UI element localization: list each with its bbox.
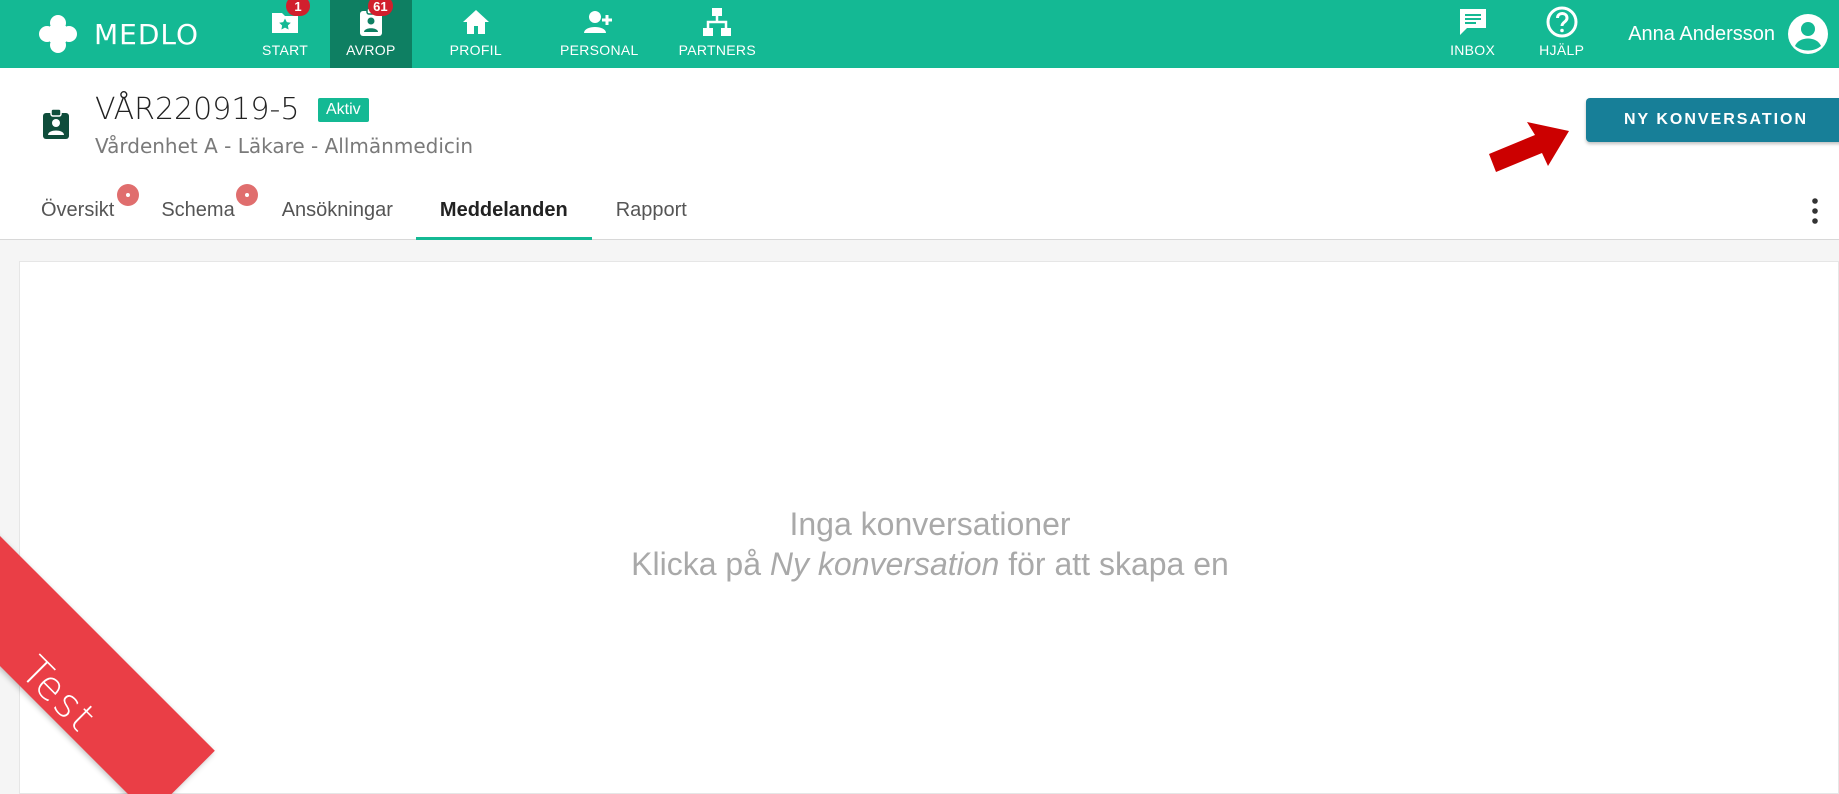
nav-item-avrop[interactable]: 61 AVROP xyxy=(330,0,412,68)
nav-label-help: HJÄLP xyxy=(1539,42,1585,58)
empty-hint-prefix: Klicka på xyxy=(631,546,762,582)
empty-hint-emphasis: Ny konversation xyxy=(769,546,1000,582)
tab-rapport[interactable]: Rapport xyxy=(592,180,711,240)
nav-label-inbox: INBOX xyxy=(1450,42,1496,58)
nav-item-personal[interactable]: PERSONAL xyxy=(540,0,659,68)
page-subtitle: Vårdenhet A - Läkare - Allmänmedicin xyxy=(95,134,474,158)
nav-label-avrop: AVROP xyxy=(346,42,396,58)
tab-bar: Översikt Schema Ansökningar Meddelanden … xyxy=(24,180,711,240)
tab-label-meddelanden: Meddelanden xyxy=(439,198,568,221)
user-name: Anna Andersson xyxy=(1628,22,1775,45)
nav-item-profil[interactable]: PROFIL xyxy=(412,0,540,68)
empty-state-hint: Klicka på Ny konversation för att skapa … xyxy=(20,544,1839,584)
red-arrow-annotation xyxy=(1489,122,1569,172)
more-options-icon[interactable] xyxy=(1805,196,1825,226)
message-icon xyxy=(1459,9,1486,35)
tab-label-schema: Schema xyxy=(161,198,235,221)
tab-meddelanden[interactable]: Meddelanden xyxy=(415,180,592,240)
brand[interactable]: MEDLO xyxy=(36,0,199,68)
nav-badge-start: 1 xyxy=(286,0,310,16)
page-title: VÅR220919-5 xyxy=(95,92,300,127)
tab-label-ansokningar: Ansökningar xyxy=(281,198,393,221)
nav-badge-avrop: 61 xyxy=(368,0,393,16)
user-menu[interactable]: Anna Andersson xyxy=(1606,0,1839,68)
empty-state: Inga konversationer Klicka på Ny konvers… xyxy=(20,504,1839,584)
tab-schema[interactable]: Schema xyxy=(131,180,258,240)
nav-item-help[interactable]: HJÄLP xyxy=(1517,0,1606,68)
right-nav: INBOX HJÄLP Anna Andersson xyxy=(1428,0,1839,68)
medlo-logo-icon xyxy=(39,15,77,53)
tab-ansokningar[interactable]: Ansökningar xyxy=(246,180,416,240)
help-icon xyxy=(1546,6,1578,38)
main-nav: 1 START 61 AVROP PROFIL PERSONAL PARTNER… xyxy=(240,0,776,68)
avatar-icon xyxy=(1788,14,1828,54)
brand-name: MEDLO xyxy=(94,17,200,51)
nav-label-personal: PERSONAL xyxy=(559,42,639,58)
nav-label-profil: PROFIL xyxy=(449,42,502,58)
page-header: VÅR220919-5 Aktiv Vårdenhet A - Läkare -… xyxy=(0,68,1839,240)
nav-label-partners: PARTNERS xyxy=(678,42,756,58)
tab-label-oversikt: Översikt xyxy=(41,198,115,221)
person-add-icon xyxy=(584,11,613,33)
empty-state-title: Inga konversationer xyxy=(789,506,1071,542)
nav-item-partners[interactable]: PARTNERS xyxy=(659,0,776,68)
nav-item-inbox[interactable]: INBOX xyxy=(1428,0,1517,68)
status-badge: Aktiv xyxy=(318,98,369,122)
nav-item-start[interactable]: 1 START xyxy=(240,0,330,68)
new-conversation-button[interactable]: NY KONVERSATION xyxy=(1586,98,1839,142)
clipboard-person-icon xyxy=(43,108,69,139)
home-icon xyxy=(462,10,489,34)
empty-hint-suffix: för att skapa en xyxy=(1008,546,1229,582)
conversation-panel: Inga konversationer Klicka på Ny konvers… xyxy=(19,261,1839,794)
tab-oversikt[interactable]: Översikt xyxy=(24,180,140,240)
page: MEDLO 1 START 61 AVROP PROFIL PERSONAL P… xyxy=(0,0,1839,794)
nav-label-start: START xyxy=(262,42,309,58)
tab-label-rapport: Rapport xyxy=(615,198,687,221)
top-navigation-bar: MEDLO 1 START 61 AVROP PROFIL PERSONAL P… xyxy=(0,0,1839,68)
hierarchy-icon xyxy=(703,8,732,36)
